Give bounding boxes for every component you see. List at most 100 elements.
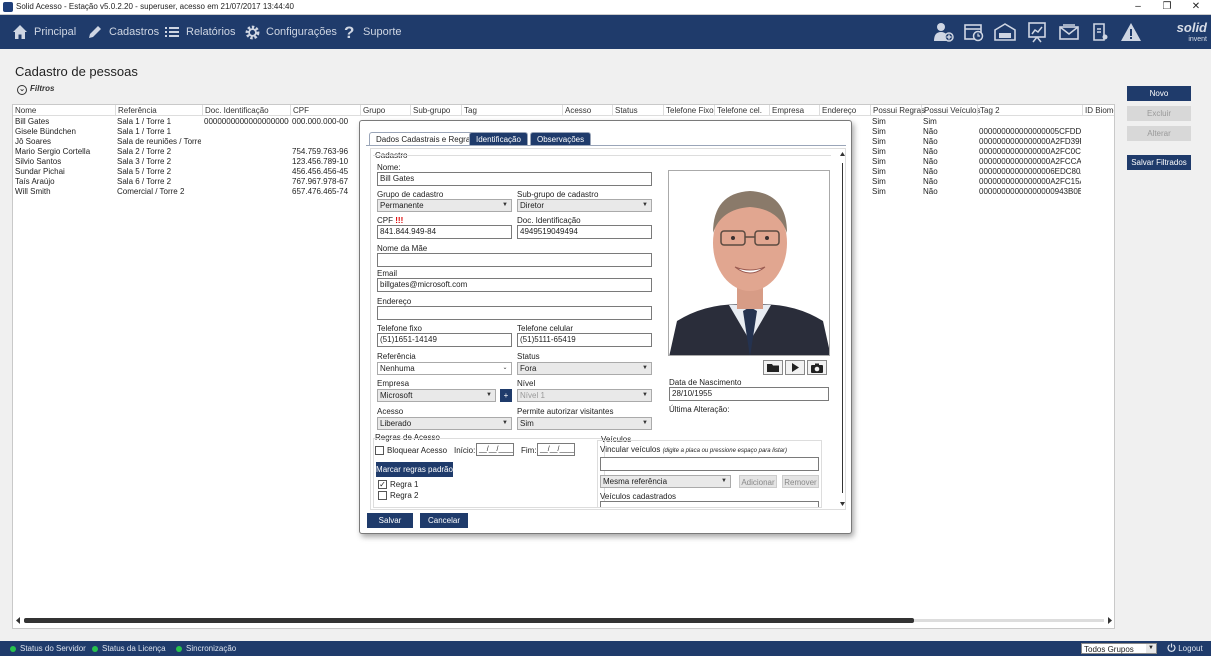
fim-input[interactable]: __/__/____: [537, 443, 575, 456]
add-empresa-button[interactable]: +: [500, 389, 512, 402]
play-button[interactable]: [785, 360, 805, 375]
horizontal-scrollbar[interactable]: [14, 616, 1114, 625]
scroll-thumb[interactable]: [24, 618, 914, 623]
license-icon[interactable]: [1089, 21, 1111, 43]
cell-ref: Sala de reuniões / Torre 1: [117, 137, 201, 146]
warning-icon[interactable]: [1120, 21, 1142, 43]
veiculos-cadastrados-list[interactable]: [600, 501, 819, 507]
novo-button[interactable]: Novo: [1127, 86, 1191, 101]
chart-board-icon[interactable]: [1026, 21, 1048, 43]
cell-regras: Sim: [872, 167, 886, 176]
cell-ref: Comercial / Torre 2: [117, 187, 185, 196]
menu-relatorios[interactable]: Relatórios: [164, 15, 238, 49]
chevron-down-icon: ▼: [642, 365, 648, 371]
menu-suporte[interactable]: ? Suporte: [343, 15, 403, 49]
grupo-select[interactable]: Permanente ▼: [377, 199, 512, 212]
nome-input[interactable]: Bill Gates: [377, 172, 652, 186]
col-subgrupo[interactable]: Sub-grupo: [410, 105, 450, 116]
col-grupo[interactable]: Grupo: [360, 105, 385, 116]
tab-observacoes[interactable]: Observações: [530, 132, 592, 146]
cell-cpf: 000.000.000-00: [292, 117, 349, 126]
add-person-icon[interactable]: [932, 21, 954, 43]
bloquear-checkbox[interactable]: [375, 446, 384, 455]
permite-value: Sim: [520, 419, 534, 428]
open-photo-button[interactable]: [763, 360, 783, 375]
brand-sub: invent: [1188, 36, 1207, 43]
maximize-icon[interactable]: ❐: [1153, 0, 1181, 14]
nivel-select[interactable]: Nível 1 ▼: [517, 389, 652, 402]
col-regras[interactable]: Possui Regras: [870, 105, 925, 116]
scroll-up-icon[interactable]: [839, 151, 846, 157]
col-veiculos[interactable]: Possui Veículos: [921, 105, 980, 116]
menu-suporte-label: Suporte: [363, 26, 402, 38]
scroll-thumb[interactable]: [842, 163, 843, 493]
regra2-checkbox[interactable]: [378, 491, 387, 500]
nivel-value: Nível 1: [520, 391, 545, 400]
col-tag[interactable]: Tag: [461, 105, 477, 116]
page-title: Cadastro de pessoas: [15, 64, 138, 79]
cancelar-button[interactable]: Cancelar: [420, 513, 468, 528]
regra1-label: Regra 1: [390, 480, 419, 489]
col-tel-cel[interactable]: Telefone cel.: [714, 105, 762, 116]
adicionar-button[interactable]: Adicionar: [739, 475, 777, 488]
col-tag2[interactable]: Tag 2: [977, 105, 1000, 116]
col-status[interactable]: Status: [612, 105, 638, 116]
col-endereco[interactable]: Endereço: [819, 105, 856, 116]
scroll-left-icon[interactable]: [14, 616, 22, 625]
alterar-button[interactable]: Alterar: [1127, 126, 1191, 141]
col-doc[interactable]: Doc. Identificação: [202, 105, 269, 116]
minimize-icon[interactable]: –: [1124, 0, 1152, 14]
inicio-input[interactable]: __/__/____: [476, 443, 514, 456]
referencia-select[interactable]: Nenhuma ⌄: [377, 362, 512, 375]
acesso-select[interactable]: Liberado ▼: [377, 417, 512, 430]
col-acesso[interactable]: Acesso: [562, 105, 591, 116]
cpf-input[interactable]: 841.844.949-84: [377, 225, 512, 239]
col-cpf[interactable]: CPF: [290, 105, 309, 116]
regra1-checkbox[interactable]: ✓: [378, 480, 387, 489]
tel-fixo-input[interactable]: (51)1651-14149: [377, 333, 512, 347]
mesma-referencia-select[interactable]: Mesma referência ▼: [600, 475, 731, 488]
calendar-clock-icon[interactable]: [963, 21, 985, 43]
mail-icon[interactable]: [1058, 21, 1080, 43]
salvar-filtrados-button[interactable]: Salvar Filtrados: [1127, 155, 1191, 170]
salvar-button[interactable]: Salvar: [367, 513, 413, 528]
tab-identificacao[interactable]: Identificação: [469, 132, 528, 146]
mae-input[interactable]: [377, 253, 652, 267]
col-tel-fixo[interactable]: Telefone Fixo: [663, 105, 714, 116]
scroll-down-icon[interactable]: [839, 501, 846, 507]
remover-button[interactable]: Remover: [782, 475, 819, 488]
col-empresa[interactable]: Empresa: [769, 105, 804, 116]
close-icon[interactable]: ✕: [1182, 0, 1210, 14]
nascimento-label: Data de Nascimento: [669, 378, 742, 387]
col-referencia[interactable]: Referência: [115, 105, 157, 116]
menu-principal[interactable]: Principal: [12, 15, 82, 49]
garage-icon[interactable]: [994, 21, 1016, 43]
form-scrollbar[interactable]: [839, 149, 846, 509]
tel-cel-input[interactable]: (51)5111-65419: [517, 333, 652, 347]
empresa-select[interactable]: Microsoft ▼: [377, 389, 496, 402]
excluir-button[interactable]: Excluir: [1127, 106, 1191, 121]
col-nome[interactable]: Nome: [13, 105, 36, 116]
col-biometria[interactable]: ID Biomé: [1082, 105, 1114, 116]
endereco-input[interactable]: [377, 306, 652, 320]
doc-input[interactable]: 4949519049494: [517, 225, 652, 239]
filters-toggle[interactable]: ⌄ Filtros: [17, 84, 54, 95]
logout-button[interactable]: Logout: [1167, 641, 1203, 656]
email-input[interactable]: billgates@microsoft.com: [377, 278, 652, 292]
group-select[interactable]: Todos Grupos ▼: [1081, 643, 1157, 654]
scroll-right-icon[interactable]: [1106, 616, 1114, 625]
nascimento-input[interactable]: 28/10/1955: [669, 387, 829, 401]
marcar-regras-button[interactable]: Marcar regras padrão: [376, 462, 453, 477]
mae-label: Nome da Mãe: [377, 244, 428, 253]
cell-veic: Não: [923, 137, 938, 146]
vincular-input[interactable]: [600, 457, 819, 471]
window-title: Solid Acesso - Estação v5.0.2.20 - super…: [16, 2, 294, 11]
status-select[interactable]: Fora ▼: [517, 362, 652, 375]
tab-divider: [366, 145, 846, 146]
tab-dados-cadastrais[interactable]: Dados Cadastrais e Regras: [369, 132, 482, 146]
subgrupo-select[interactable]: Diretor ▼: [517, 199, 652, 212]
menu-cadastros[interactable]: Cadastros: [87, 15, 159, 49]
menu-configuracoes[interactable]: Configurações: [244, 15, 337, 49]
camera-button[interactable]: [807, 360, 827, 375]
permite-select[interactable]: Sim ▼: [517, 417, 652, 430]
